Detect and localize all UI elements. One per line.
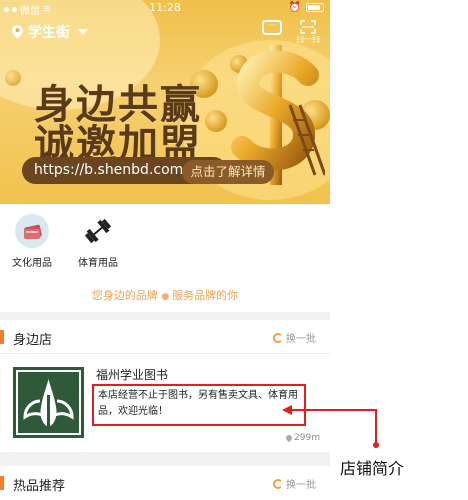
annotation-arrow bbox=[282, 405, 379, 448]
annotation-caption: 店铺简介 bbox=[340, 459, 405, 478]
